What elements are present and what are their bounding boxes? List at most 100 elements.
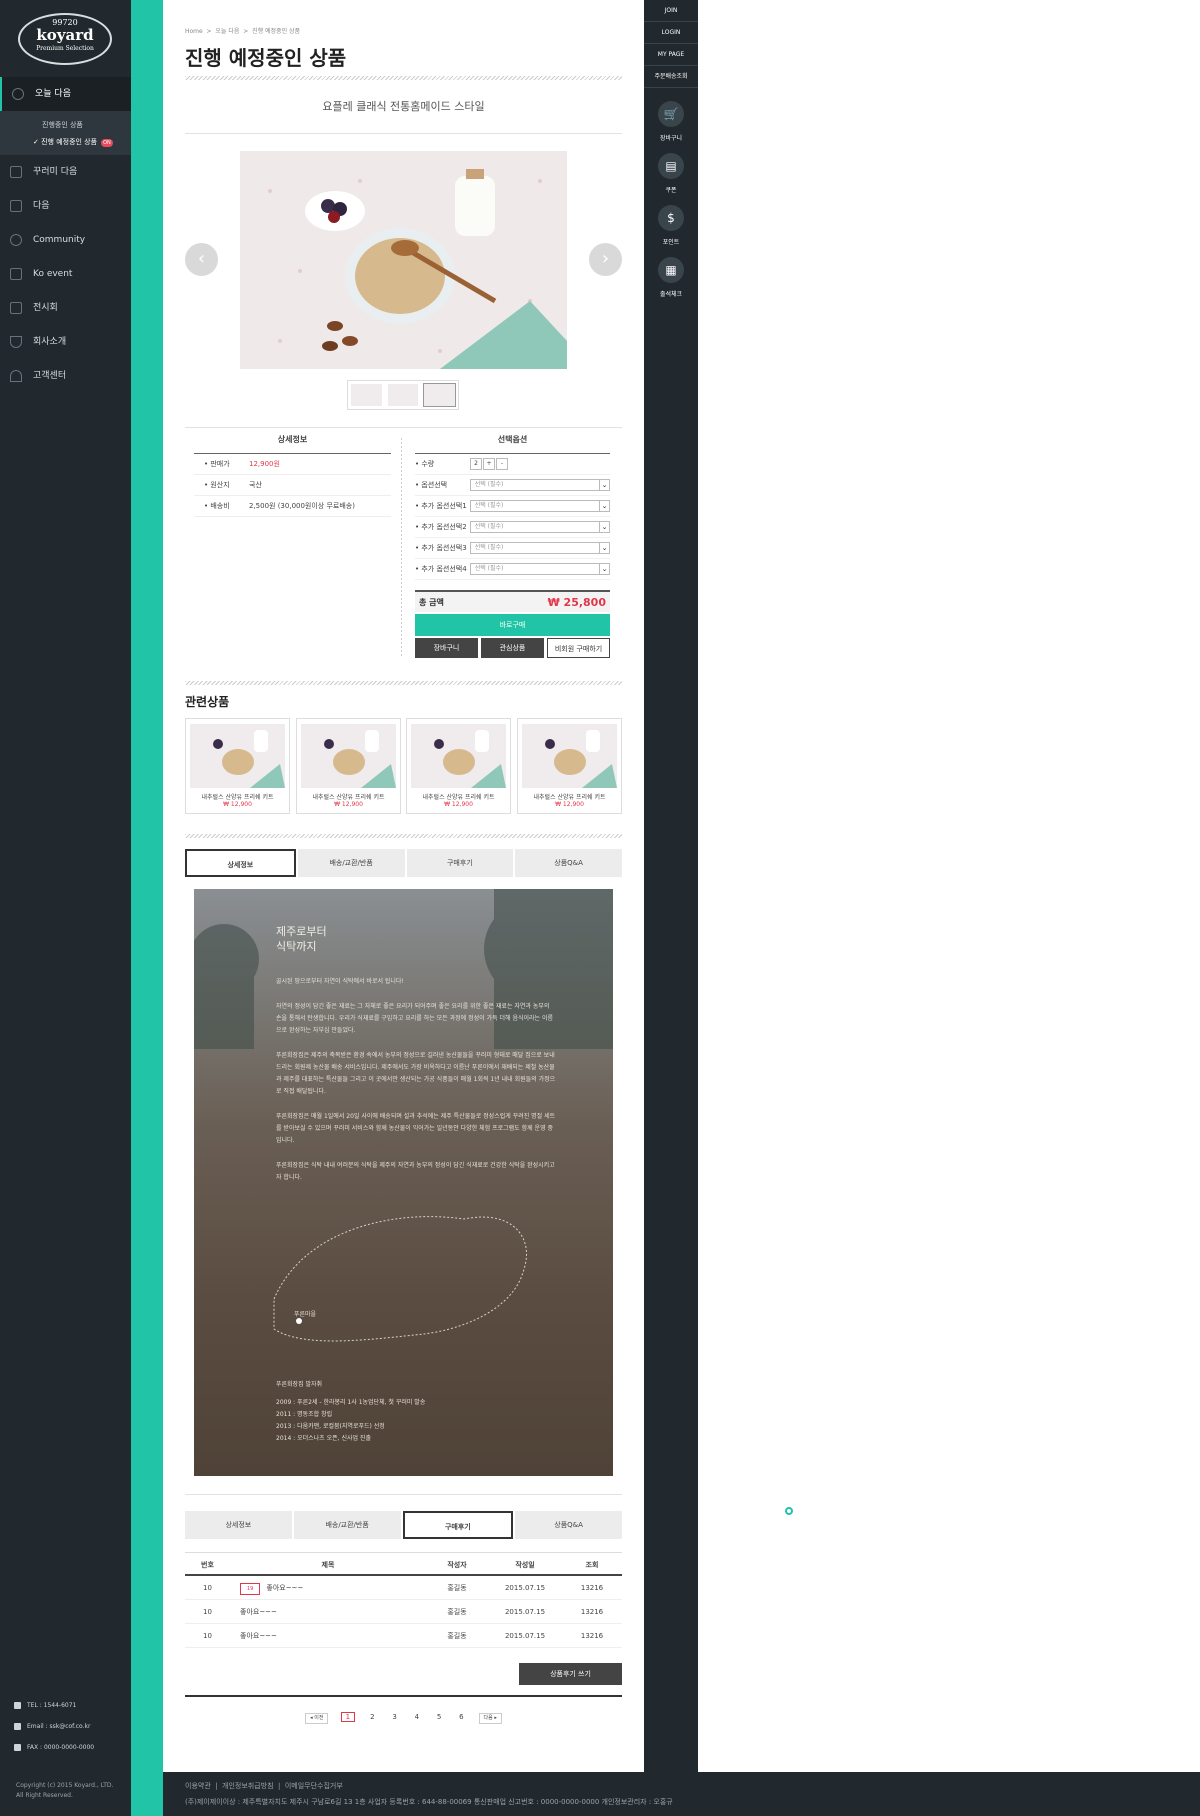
tab-review[interactable]: 구매후기	[402, 1511, 514, 1539]
option-select[interactable]: 선택 (필수) ⌄	[469, 479, 610, 491]
sidebar-item-support[interactable]: 고객센터	[0, 359, 131, 393]
chevron-down-icon: ⌄	[599, 480, 609, 490]
page-title: 진행 예정중인 상품	[185, 46, 347, 70]
subnav-item-ongoing[interactable]: 진행중인 상품	[0, 117, 131, 134]
option-row: 추가 옵션선택4 선택 (필수) ⌄	[415, 559, 610, 580]
breadcrumb-current: 진행 예정중인 상품	[252, 28, 301, 35]
option-select[interactable]: 선택 (필수) ⌄	[469, 521, 610, 533]
qty-minus-button[interactable]: -	[496, 458, 508, 470]
cell-views: 13216	[580, 1632, 604, 1640]
phone-icon	[14, 1702, 21, 1709]
qty-value[interactable]: 2	[470, 458, 482, 470]
breadcrumb-today[interactable]: 오늘 다음	[215, 28, 239, 35]
divider	[185, 133, 622, 134]
mypage-link[interactable]: MY PAGE	[644, 44, 698, 66]
sidebar-item-today[interactable]: 오늘 다음	[0, 77, 131, 111]
option-select[interactable]: 선택 (필수) ⌄	[469, 500, 610, 512]
guest-buy-button[interactable]: 비회원 구매하기	[547, 638, 610, 658]
sidebar-item-package[interactable]: 꾸러미 다음	[0, 155, 131, 189]
tab-shipping[interactable]: 배송/교환/반품	[297, 849, 405, 877]
related-product-card[interactable]: 내추럴스 산양유 프리쉐 키트 ₩ 12,900	[185, 718, 290, 814]
sidebar-item-event[interactable]: Ko event	[0, 257, 131, 291]
page-3[interactable]: 3	[390, 1713, 400, 1721]
thumbnail-selected[interactable]	[423, 383, 457, 407]
related-product-card[interactable]: 내추럴스 산양유 프리쉐 키트 ₩ 12,900	[517, 718, 622, 814]
info-value: 국산	[249, 481, 262, 489]
cell-views: 13216	[580, 1608, 604, 1616]
quick-cart[interactable]: 🛒 장바구니	[644, 101, 698, 142]
breadcrumb-home[interactable]: Home	[185, 28, 203, 35]
chevron-down-icon: ⌄	[599, 543, 609, 553]
option-key: 추가 옵션선택3	[415, 543, 470, 553]
sidebar-item-exhibition[interactable]: 전시회	[0, 291, 131, 325]
tab-shipping[interactable]: 배송/교환/반품	[293, 1511, 401, 1539]
logo[interactable]: 99720 koyard Premium Selection	[18, 13, 112, 65]
buy-now-button[interactable]: 바로구매	[415, 614, 610, 636]
quick-coupon[interactable]: ▤ 쿠폰	[644, 153, 698, 194]
tab-detail[interactable]: 상세정보	[185, 849, 296, 877]
divider	[185, 427, 622, 428]
related-product-image	[190, 724, 285, 788]
page-5[interactable]: 5	[434, 1713, 444, 1721]
related-product-card[interactable]: 내추럴스 산양유 프리쉐 키트 ₩ 12,900	[296, 718, 401, 814]
thumbnail[interactable]	[387, 384, 419, 406]
next-page-button[interactable]: 다음 ▸	[478, 1713, 502, 1724]
divider	[185, 1695, 622, 1697]
qty-plus-button[interactable]: +	[483, 458, 495, 470]
review-title[interactable]: 좋아요~~~	[266, 1584, 303, 1592]
sidebar-item-company[interactable]: 회사소개	[0, 325, 131, 359]
related-product-price: ₩ 12,900	[555, 801, 584, 808]
order-tracking-link[interactable]: 주문배송조회	[644, 66, 698, 88]
join-link[interactable]: JOIN	[644, 0, 698, 22]
table-row[interactable]: 10 좋아요~~~ 홍길동 2015.07.15 13216	[185, 1624, 622, 1648]
tab-detail[interactable]: 상세정보	[185, 1511, 292, 1539]
quick-attendance[interactable]: ▦ 출석체크	[644, 257, 698, 298]
sidebar-item-label: 회사소개	[33, 337, 67, 347]
sidebar-item-next[interactable]: 다음	[0, 189, 131, 223]
related-product-name: 내추럴스 산양유 프리쉐 키트	[312, 794, 385, 801]
map-label: 푸른마을	[294, 1311, 317, 1318]
subnav-item-upcoming[interactable]: ✓ 진행 예정중인 상품 ON	[0, 134, 131, 151]
tab-qna[interactable]: 상품Q&A	[515, 1511, 622, 1539]
divider	[185, 681, 622, 685]
review-title[interactable]: 좋아요~~~	[240, 1632, 277, 1640]
option-select[interactable]: 선택 (필수) ⌄	[469, 563, 610, 575]
next-image-button[interactable]: ›	[589, 243, 622, 276]
related-product-card[interactable]: 내추럴스 산양유 프리쉐 키트 ₩ 12,900	[406, 718, 511, 814]
prev-page-button[interactable]: ◂ 이전	[305, 1713, 329, 1724]
related-product-photo	[213, 730, 285, 788]
terms-link[interactable]: 이용약관	[185, 1782, 211, 1790]
page-1[interactable]: 1	[340, 1712, 356, 1722]
thumbnail[interactable]	[351, 384, 382, 406]
cart-button[interactable]: 장바구니	[415, 638, 478, 658]
tab-qna[interactable]: 상품Q&A	[515, 849, 622, 877]
option-select[interactable]: 선택 (필수) ⌄	[469, 542, 610, 554]
related-product-price: ₩ 12,900	[223, 801, 252, 808]
option-key: 추가 옵션선택4	[415, 564, 470, 574]
sidebar-item-community[interactable]: Community	[0, 223, 131, 257]
prev-image-button[interactable]: ‹	[185, 243, 218, 276]
email-text: Email : ssk@cof.co.kr	[27, 1723, 91, 1730]
email-refusal-link[interactable]: 이메일무단수집거부	[285, 1782, 343, 1790]
option-row: 추가 옵션선택3 선택 (필수) ⌄	[415, 538, 610, 559]
wishlist-button[interactable]: 관심상품	[481, 638, 544, 658]
page-2[interactable]: 2	[367, 1713, 377, 1721]
tab-review[interactable]: 구매후기	[406, 849, 514, 877]
sidebar-item-label: 오늘 다음	[35, 89, 71, 99]
contact-email: Email : ssk@cof.co.kr	[14, 1723, 90, 1730]
quick-point[interactable]: $ 포인트	[644, 205, 698, 246]
page-4[interactable]: 4	[412, 1713, 422, 1721]
table-row[interactable]: 10 19 좋아요~~~ 홍길동 2015.07.15 13216	[185, 1576, 622, 1600]
history-title: 푸른회장집 발자취	[276, 1381, 323, 1388]
privacy-link[interactable]: 개인정보취급방침	[222, 1782, 274, 1790]
sidebar-item-label: 고객센터	[33, 371, 67, 381]
review-title[interactable]: 좋아요~~~	[240, 1608, 277, 1616]
related-product-name: 내추럴스 산양유 프리쉐 키트	[533, 794, 606, 801]
login-link[interactable]: LOGIN	[644, 22, 698, 44]
gift-icon	[10, 268, 22, 280]
related-title: 관련상품	[185, 695, 230, 709]
related-product-image	[522, 724, 617, 788]
table-row[interactable]: 10 좋아요~~~ 홍길동 2015.07.15 13216	[185, 1600, 622, 1624]
write-review-button[interactable]: 상품후기 쓰기	[519, 1663, 622, 1685]
page-6[interactable]: 6	[456, 1713, 466, 1721]
